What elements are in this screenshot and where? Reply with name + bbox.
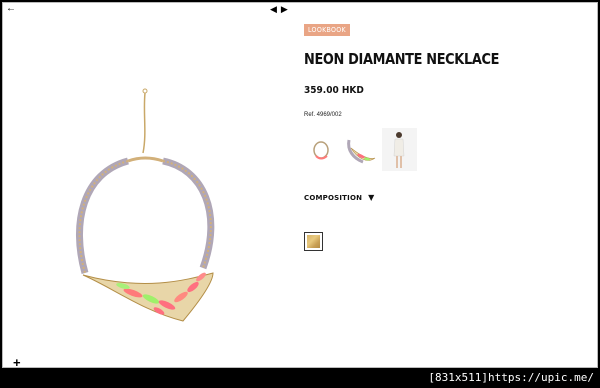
thumbnail-necklace-detail[interactable] [343, 128, 378, 171]
lookbook-badge[interactable]: LOOKBOOK [304, 24, 350, 36]
product-page: ← ◀▶ LOOKBOOK NEON DIAMANTE NECKLACE 359… [2, 2, 598, 368]
watermark-text: [831x511]https://upic.me/ [428, 371, 594, 384]
back-arrow-icon[interactable]: ← [6, 4, 16, 14]
product-title: NEON DIAMANTE NECKLACE [304, 50, 500, 68]
composition-toggle[interactable]: COMPOSITION ▼ [304, 193, 584, 202]
caret-down-icon: ▼ [368, 193, 375, 202]
product-price: 359.00 HKD [304, 85, 364, 96]
thumbnail-model[interactable] [382, 128, 417, 171]
product-info: LOOKBOOK NEON DIAMANTE NECKLACE 359.00 H… [304, 19, 584, 251]
necklace-image [76, 88, 215, 322]
thumbnail-list [304, 128, 584, 171]
color-swatch[interactable] [304, 232, 323, 251]
prev-image-icon[interactable]: ◀ [270, 4, 281, 14]
composition-label: COMPOSITION [304, 193, 363, 202]
watermark-bar: [831x511]https://upic.me/ [0, 368, 600, 388]
next-image-icon[interactable]: ▶ [281, 4, 292, 14]
plus-icon[interactable]: + [13, 356, 21, 367]
image-nav: ◀▶ [270, 4, 292, 14]
thumbnail-necklace-front[interactable] [304, 128, 339, 171]
product-reference: Ref. 4969/002 [304, 112, 342, 118]
